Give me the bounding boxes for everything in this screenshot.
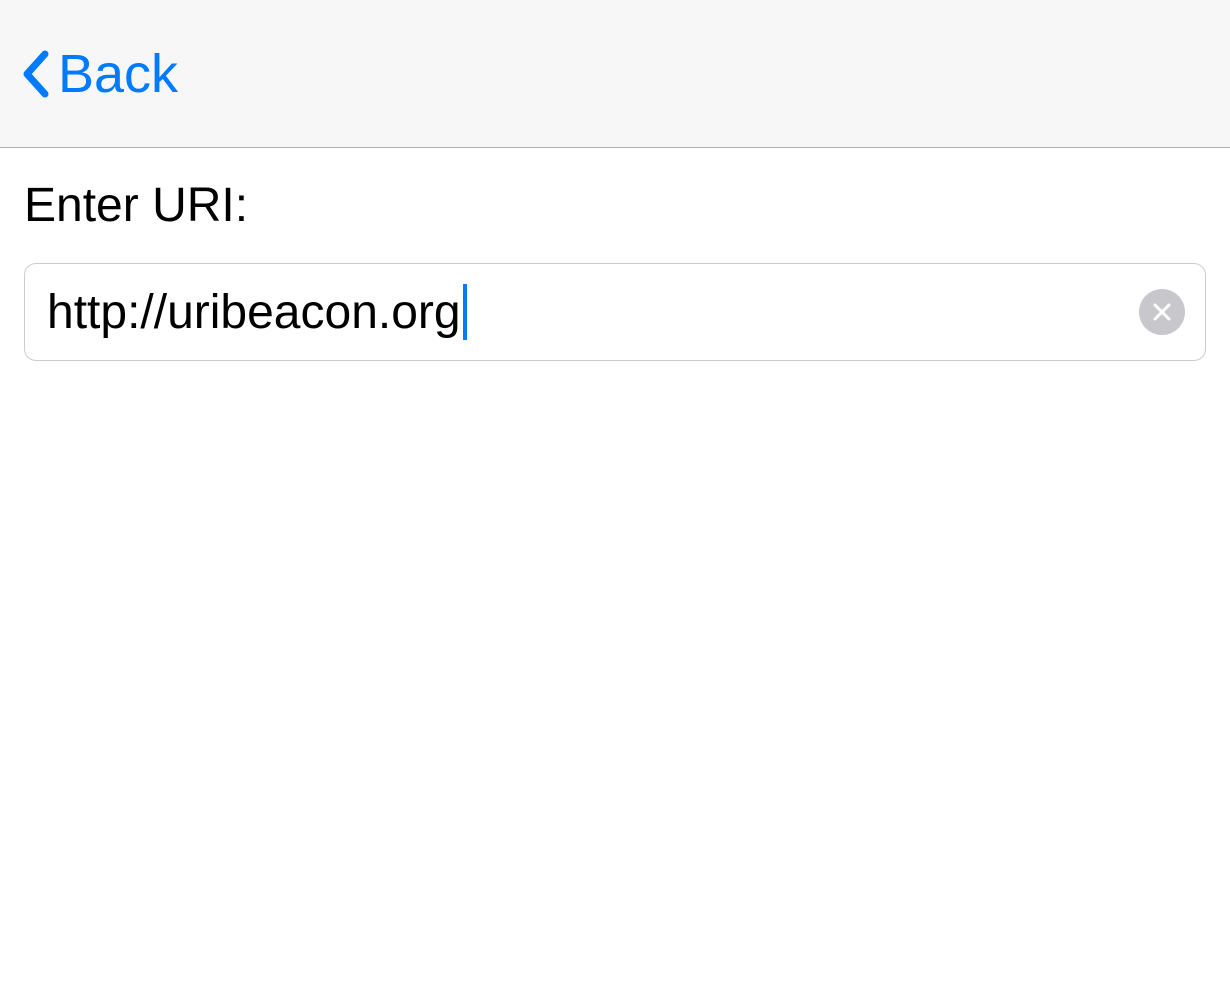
uri-input-display: http://uribeacon.org: [47, 284, 467, 340]
clear-input-button[interactable]: [1139, 289, 1185, 335]
content-area: Enter URI: http://uribeacon.org: [0, 148, 1230, 391]
back-label: Back: [58, 43, 178, 105]
navigation-bar: Back: [0, 0, 1230, 148]
uri-input-text: http://uribeacon.org: [47, 285, 461, 340]
close-icon: [1151, 301, 1173, 323]
text-cursor: [463, 284, 467, 340]
back-button[interactable]: Back: [20, 43, 178, 105]
chevron-left-icon: [20, 50, 50, 98]
uri-field-label: Enter URI:: [24, 178, 1206, 233]
uri-input-container[interactable]: http://uribeacon.org: [24, 263, 1206, 361]
